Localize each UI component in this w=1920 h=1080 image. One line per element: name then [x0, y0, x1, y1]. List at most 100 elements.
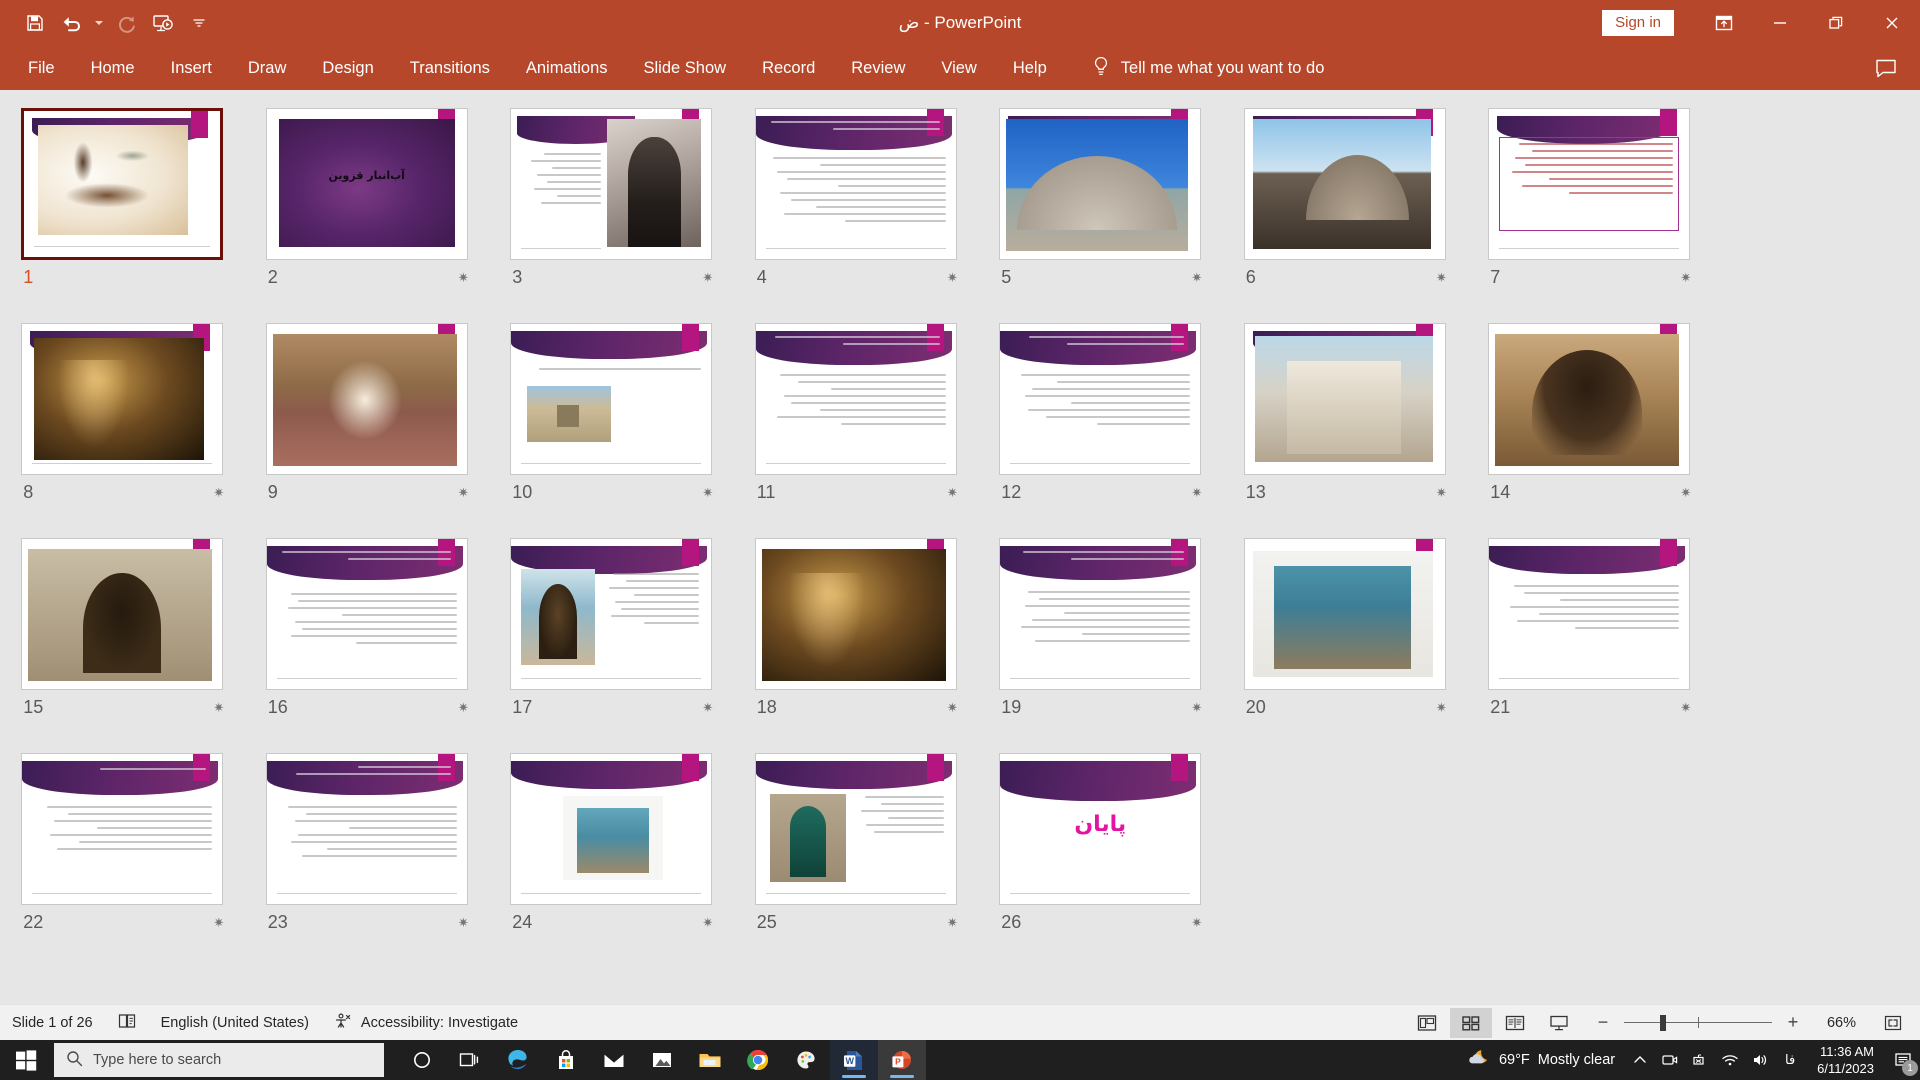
transition-star-icon[interactable]: ✷: [1680, 485, 1691, 501]
taskbar-search-box[interactable]: Type here to search: [54, 1043, 384, 1077]
transition-star-icon[interactable]: ✷: [213, 915, 224, 931]
slide-thumbnail-25[interactable]: 25 ✷: [734, 745, 979, 960]
tab-review[interactable]: Review: [837, 55, 919, 82]
tab-help[interactable]: Help: [999, 55, 1061, 82]
transition-star-icon[interactable]: ✷: [1436, 700, 1447, 716]
slide-thumb-frame[interactable]: [21, 753, 224, 905]
microsoft-store-icon[interactable]: [542, 1040, 590, 1080]
slide-thumbnail-8[interactable]: 8 ✷: [0, 315, 245, 530]
language-button[interactable]: English (United States): [149, 1008, 321, 1038]
slide-thumbnail-14[interactable]: 14 ✷: [1467, 315, 1712, 530]
word-icon[interactable]: W: [830, 1040, 878, 1080]
slide-thumb-frame[interactable]: [21, 323, 224, 475]
tab-record[interactable]: Record: [748, 55, 829, 82]
tab-file[interactable]: File: [14, 55, 69, 82]
close-button[interactable]: [1864, 0, 1920, 46]
sign-in-button[interactable]: Sign in: [1602, 10, 1674, 36]
transition-star-icon[interactable]: ✷: [1680, 700, 1691, 716]
slide-thumb-frame[interactable]: [21, 538, 224, 690]
view-slideshow-button[interactable]: [1538, 1008, 1580, 1038]
powerpoint-icon[interactable]: P: [878, 1040, 926, 1080]
tab-transitions[interactable]: Transitions: [396, 55, 504, 82]
slide-thumbnail-1[interactable]: 1: [0, 100, 245, 315]
slide-thumb-frame[interactable]: [999, 538, 1202, 690]
slide-thumb-frame[interactable]: [510, 323, 713, 475]
transition-star-icon[interactable]: ✷: [458, 700, 469, 716]
start-presentation-button[interactable]: [146, 7, 180, 39]
slide-thumbnail-18[interactable]: 18 ✷: [734, 530, 979, 745]
slide-thumbnail-16[interactable]: 16 ✷: [245, 530, 490, 745]
edge-icon[interactable]: [494, 1040, 542, 1080]
slide-thumb-frame[interactable]: [510, 538, 713, 690]
zoom-percent-label[interactable]: 66%: [1814, 1015, 1856, 1031]
slide-thumbnail-17[interactable]: 17 ✷: [489, 530, 734, 745]
slide-thumbnail-4[interactable]: 4 ✷: [734, 100, 979, 315]
transition-star-icon[interactable]: ✷: [702, 700, 713, 716]
cortana-icon[interactable]: [398, 1040, 446, 1080]
zoom-out-button[interactable]: −: [1592, 1011, 1614, 1035]
task-view-icon[interactable]: [446, 1040, 494, 1080]
slide-thumbnail-24[interactable]: 24 ✷: [489, 745, 734, 960]
file-explorer-icon[interactable]: [686, 1040, 734, 1080]
notification-center-button[interactable]: 1: [1886, 1040, 1920, 1080]
transition-star-icon[interactable]: ✷: [1191, 270, 1202, 286]
slide-thumbnail-9[interactable]: 9 ✷: [245, 315, 490, 530]
notes-button[interactable]: [105, 1008, 149, 1038]
slide-thumb-frame[interactable]: [1488, 108, 1691, 260]
slide-thumbnail-26[interactable]: پایان 26 ✷: [978, 745, 1223, 960]
slide-sorter-canvas[interactable]: 1 آب‌انبار قزوین 2 ✷: [0, 90, 1920, 1004]
slide-thumb-frame[interactable]: [1488, 538, 1691, 690]
tab-draw[interactable]: Draw: [234, 55, 301, 82]
tab-design[interactable]: Design: [308, 55, 387, 82]
slide-thumb-frame[interactable]: [754, 753, 957, 905]
ribbon-display-options-icon[interactable]: [1696, 0, 1752, 46]
slide-thumb-frame[interactable]: [1243, 323, 1446, 475]
view-normal-button[interactable]: [1406, 1008, 1448, 1038]
slide-thumb-frame[interactable]: [510, 753, 713, 905]
slide-thumbnail-3[interactable]: 3 ✷: [489, 100, 734, 315]
slide-thumb-frame[interactable]: [754, 108, 957, 260]
minimize-button[interactable]: [1752, 0, 1808, 46]
slide-thumb-frame[interactable]: [1488, 323, 1691, 475]
wifi-icon[interactable]: [1715, 1040, 1745, 1080]
taskbar-clock[interactable]: 11:36 AM 6/11/2023: [1805, 1043, 1886, 1077]
language-indicator-icon[interactable]: فا: [1775, 1040, 1805, 1080]
slide-thumbnail-13[interactable]: 13 ✷: [1223, 315, 1468, 530]
slide-thumbnail-15[interactable]: 15 ✷: [0, 530, 245, 745]
slide-thumbnail-12[interactable]: 12 ✷: [978, 315, 1223, 530]
tab-insert[interactable]: Insert: [157, 55, 226, 82]
restore-button[interactable]: [1808, 0, 1864, 46]
slide-thumbnail-19[interactable]: 19 ✷: [978, 530, 1223, 745]
transition-star-icon[interactable]: ✷: [1191, 915, 1202, 931]
slide-thumbnail-10[interactable]: 10 ✷: [489, 315, 734, 530]
transition-star-icon[interactable]: ✷: [458, 485, 469, 501]
transition-star-icon[interactable]: ✷: [1191, 700, 1202, 716]
slide-thumb-frame[interactable]: [510, 108, 713, 260]
transition-star-icon[interactable]: ✷: [213, 485, 224, 501]
slide-thumbnail-2[interactable]: آب‌انبار قزوین 2 ✷: [245, 100, 490, 315]
zoom-slider-handle[interactable]: [1660, 1014, 1666, 1031]
save-button[interactable]: [18, 7, 52, 39]
transition-star-icon[interactable]: ✷: [1191, 485, 1202, 501]
mail-icon[interactable]: [590, 1040, 638, 1080]
transition-star-icon[interactable]: ✷: [458, 270, 469, 286]
start-button[interactable]: [0, 1040, 52, 1080]
transition-star-icon[interactable]: ✷: [947, 485, 958, 501]
slide-thumb-frame[interactable]: [1243, 538, 1446, 690]
chrome-icon[interactable]: [734, 1040, 782, 1080]
tab-animations[interactable]: Animations: [512, 55, 622, 82]
accessibility-button[interactable]: Accessibility: Investigate: [321, 1008, 530, 1038]
view-slide-sorter-button[interactable]: [1450, 1007, 1492, 1038]
tab-slide-show[interactable]: Slide Show: [630, 55, 741, 82]
slide-thumbnail-23[interactable]: 23 ✷: [245, 745, 490, 960]
slide-thumb-frame[interactable]: پایان: [999, 753, 1202, 905]
slide-thumbnail-11[interactable]: 11 ✷: [734, 315, 979, 530]
slide-thumb-frame[interactable]: [754, 323, 957, 475]
camera-privacy-icon[interactable]: [1655, 1040, 1685, 1080]
slide-thumb-frame[interactable]: [265, 753, 468, 905]
transition-star-icon[interactable]: ✷: [702, 270, 713, 286]
transition-star-icon[interactable]: ✷: [947, 270, 958, 286]
redo-button[interactable]: [110, 7, 144, 39]
transition-star-icon[interactable]: ✷: [702, 485, 713, 501]
slide-thumb-frame[interactable]: [1243, 108, 1446, 260]
